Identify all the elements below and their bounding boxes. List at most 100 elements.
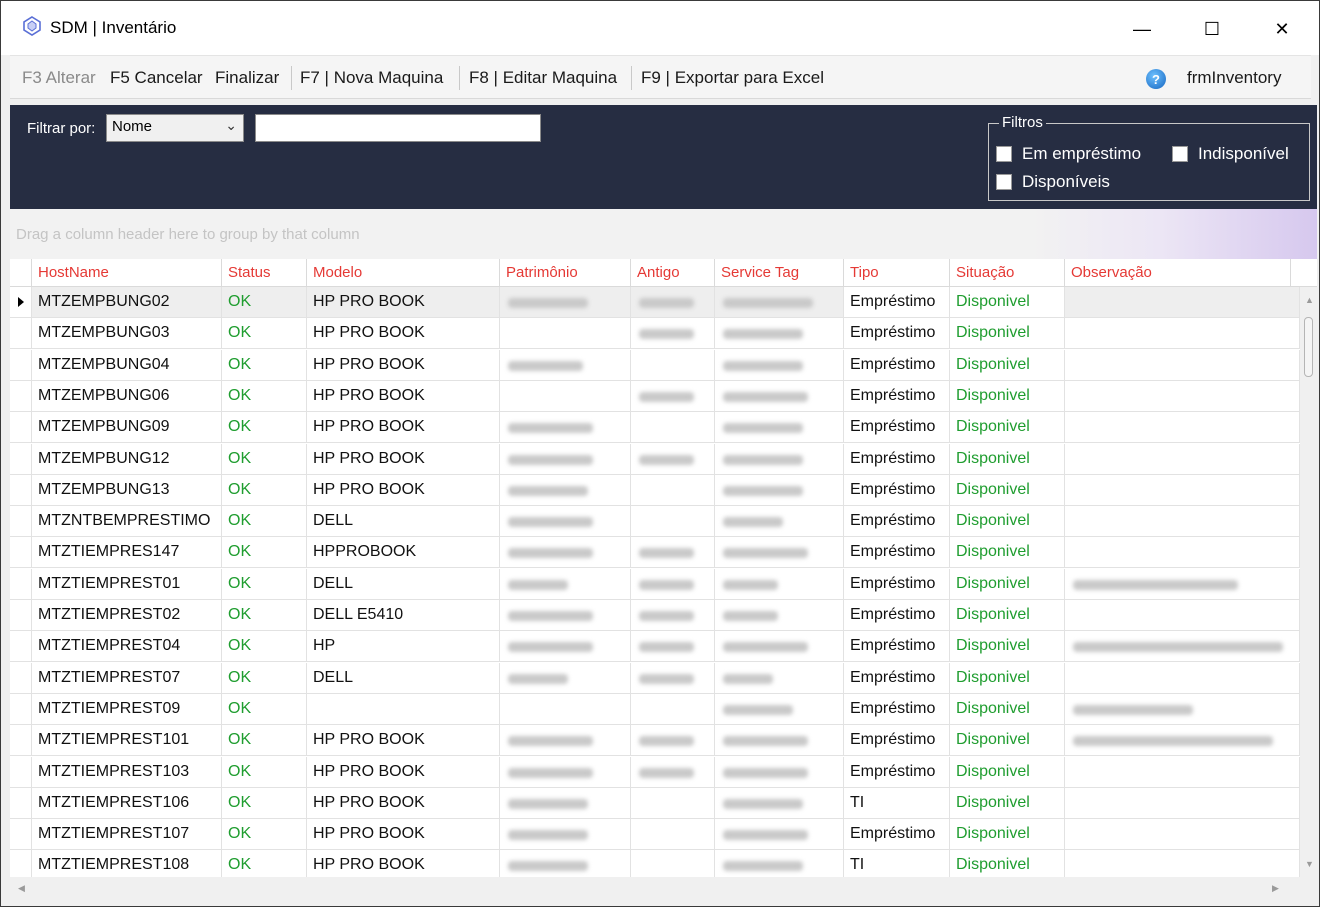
filter-text-input[interactable] [255, 114, 541, 142]
table-row[interactable]: MTZEMPBUNG09 OK HP PRO BOOK Empréstimo Dispo… [10, 412, 1300, 444]
disponiveis-checkbox[interactable]: Disponíveis [996, 172, 1110, 192]
row-indicator[interactable] [10, 380, 32, 412]
emprestimo-checkbox[interactable]: Em empréstimo [996, 144, 1141, 164]
cell-modelo[interactable]: DELL [307, 506, 500, 538]
cell-modelo[interactable]: HP PRO BOOK [307, 819, 500, 851]
minimize-button[interactable]: — [1119, 11, 1165, 47]
cell-status[interactable]: OK [222, 631, 307, 663]
cell-service-tag[interactable] [715, 631, 844, 663]
help-icon[interactable]: ? [1146, 69, 1166, 89]
cell-observacao[interactable] [1065, 474, 1300, 506]
cell-tipo[interactable]: Empréstimo [844, 568, 950, 600]
cell-patrimonio[interactable] [500, 568, 631, 600]
cell-hostname[interactable]: MTZEMPBUNG06 [32, 380, 222, 412]
cell-hostname[interactable]: MTZTIEMPREST103 [32, 756, 222, 788]
table-row[interactable]: MTZTIEMPREST09 OK Empréstimo Disponivel [10, 693, 1300, 725]
cell-service-tag[interactable] [715, 287, 844, 318]
cell-status[interactable]: OK [222, 380, 307, 412]
cell-observacao[interactable] [1065, 600, 1300, 631]
cell-service-tag[interactable] [715, 506, 844, 538]
cell-modelo[interactable]: HP [307, 631, 500, 663]
horizontal-scrollbar[interactable]: ◀ ▶ [10, 877, 1317, 899]
cell-observacao[interactable] [1065, 568, 1300, 600]
cell-situacao[interactable]: Disponivel [950, 412, 1065, 444]
cell-patrimonio[interactable] [500, 693, 631, 725]
row-indicator[interactable] [10, 850, 32, 877]
cell-hostname[interactable]: MTZTIEMPREST01 [32, 568, 222, 600]
alterar-button[interactable]: F3 Alterar [22, 68, 96, 88]
table-row[interactable]: MTZTIEMPREST02 OK DELL E5410 Empréstimo Disp… [10, 600, 1300, 631]
scroll-right-icon[interactable]: ▶ [1272, 883, 1279, 894]
cell-hostname[interactable]: MTZEMPBUNG13 [32, 474, 222, 506]
cell-hostname[interactable]: MTZTIEMPREST02 [32, 600, 222, 631]
row-indicator[interactable] [10, 725, 32, 757]
cell-antigo[interactable] [631, 787, 715, 819]
cell-patrimonio[interactable] [500, 474, 631, 506]
cell-service-tag[interactable] [715, 412, 844, 444]
cell-patrimonio[interactable] [500, 380, 631, 412]
cell-status[interactable]: OK [222, 474, 307, 506]
cell-antigo[interactable] [631, 756, 715, 788]
table-row[interactable]: MTZTIEMPREST04 OK HP Empréstimo Disponivel [10, 631, 1300, 663]
cell-observacao[interactable] [1065, 349, 1300, 381]
cell-tipo[interactable]: Empréstimo [844, 287, 950, 318]
cell-modelo[interactable]: HP PRO BOOK [307, 443, 500, 475]
column-header-situacao[interactable]: Situação [950, 259, 1065, 287]
scroll-down-icon[interactable]: ▼ [1305, 859, 1314, 869]
cell-patrimonio[interactable] [500, 318, 631, 350]
cell-situacao[interactable]: Disponivel [950, 474, 1065, 506]
cell-observacao[interactable] [1065, 506, 1300, 538]
cell-service-tag[interactable] [715, 568, 844, 600]
cell-patrimonio[interactable] [500, 349, 631, 381]
cell-modelo[interactable]: DELL E5410 [307, 600, 500, 631]
cell-tipo[interactable]: Empréstimo [844, 318, 950, 350]
cell-antigo[interactable] [631, 725, 715, 757]
cell-patrimonio[interactable] [500, 443, 631, 475]
column-header-hostname[interactable]: HostName [32, 259, 222, 287]
cell-modelo[interactable]: HP PRO BOOK [307, 380, 500, 412]
close-button[interactable]: ✕ [1259, 11, 1305, 47]
cell-antigo[interactable] [631, 318, 715, 350]
cell-observacao[interactable] [1065, 537, 1300, 569]
cell-modelo[interactable]: DELL [307, 568, 500, 600]
cell-hostname[interactable]: MTZEMPBUNG03 [32, 318, 222, 350]
cell-patrimonio[interactable] [500, 287, 631, 318]
row-indicator[interactable] [10, 600, 32, 631]
cell-situacao[interactable]: Disponivel [950, 725, 1065, 757]
cell-hostname[interactable]: MTZTIEMPREST07 [32, 662, 222, 694]
cell-status[interactable]: OK [222, 287, 307, 318]
maximize-button[interactable]: ☐ [1189, 11, 1235, 47]
row-indicator[interactable] [10, 568, 32, 600]
group-by-panel[interactable]: Drag a column header here to group by th… [10, 209, 1317, 259]
cell-observacao[interactable] [1065, 412, 1300, 444]
cell-status[interactable]: OK [222, 725, 307, 757]
cell-situacao[interactable]: Disponivel [950, 600, 1065, 631]
table-row[interactable]: MTZTIEMPREST103 OK HP PRO BOOK Empréstimo Di… [10, 756, 1300, 788]
row-indicator[interactable] [10, 819, 32, 851]
row-indicator[interactable] [10, 662, 32, 694]
filter-field-select[interactable]: Nome ⌄ [106, 114, 244, 142]
cell-service-tag[interactable] [715, 787, 844, 819]
vertical-scrollbar[interactable]: ▲ ▼ [1300, 287, 1317, 877]
cell-service-tag[interactable] [715, 725, 844, 757]
cell-status[interactable]: OK [222, 506, 307, 538]
cell-hostname[interactable]: MTZTIEMPREST09 [32, 693, 222, 725]
cell-service-tag[interactable] [715, 850, 844, 877]
row-indicator[interactable] [10, 318, 32, 350]
cell-hostname[interactable]: MTZEMPBUNG09 [32, 412, 222, 444]
row-indicator[interactable] [10, 287, 32, 318]
cell-antigo[interactable] [631, 537, 715, 569]
cell-status[interactable]: OK [222, 318, 307, 350]
cell-patrimonio[interactable] [500, 756, 631, 788]
cell-antigo[interactable] [631, 474, 715, 506]
cell-tipo[interactable]: Empréstimo [844, 756, 950, 788]
cell-status[interactable]: OK [222, 349, 307, 381]
cell-status[interactable]: OK [222, 443, 307, 475]
table-row[interactable]: MTZTIEMPREST108 OK HP PRO BOOK TI Disponivel [10, 850, 1300, 877]
cell-antigo[interactable] [631, 506, 715, 538]
cell-status[interactable]: OK [222, 662, 307, 694]
cell-modelo[interactable]: HP PRO BOOK [307, 412, 500, 444]
table-row[interactable]: MTZEMPBUNG12 OK HP PRO BOOK Empréstimo Dispo… [10, 443, 1300, 475]
cell-antigo[interactable] [631, 693, 715, 725]
cell-modelo[interactable]: HP PRO BOOK [307, 474, 500, 506]
